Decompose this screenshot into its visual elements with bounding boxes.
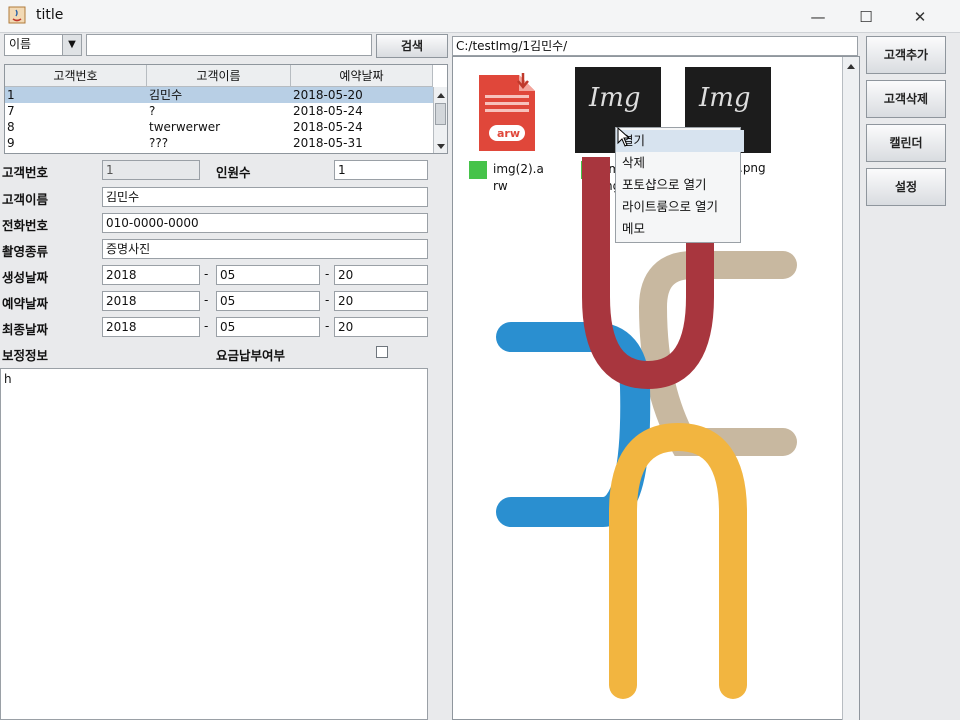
context-menu: 열기 삭제 포토샵으로 열기 라이트룸으로 열기 메모 [615,127,744,243]
date-separator: - [204,293,209,307]
reserved-day-field[interactable]: 20 [334,291,428,311]
table-cell-id: 7 [7,104,15,118]
minimize-button[interactable]: — [796,4,840,30]
table-scrollbar[interactable] [433,87,447,153]
add-customer-button[interactable]: 고객추가 [866,36,946,74]
date-separator: - [325,267,330,281]
name-label: 고객이름 [2,192,49,207]
payment-label: 요금납부여부 [216,348,286,363]
shoot-type-label: 촬영종류 [2,244,49,259]
headcount-field[interactable]: 1 [334,160,428,180]
customer-table: 고객번호 고객이름 예약날짜 1 김민수 2018-05-20 7 ? 2018… [4,64,448,154]
retouch-textarea[interactable]: h [0,368,428,720]
date-separator: - [204,319,209,333]
payment-checkbox[interactable] [376,346,388,358]
table-row[interactable]: 8 twerwerwer 2018-05-24 [5,119,433,135]
maximize-button[interactable]: ☐ [844,4,888,30]
headcount-label: 인원수 [216,165,251,180]
folder-path-field[interactable]: C:/testImg/1김민수/ [452,36,858,56]
calendar-button[interactable]: 캘린더 [866,124,946,162]
delete-customer-button[interactable]: 고객삭제 [866,80,946,118]
menu-item-open-lightroom[interactable]: 라이트룸으로 열기 [616,196,744,218]
table-cell-date: 2018-05-31 [293,136,363,150]
table-row[interactable]: 1 김민수 2018-05-20 [5,87,433,103]
name-field[interactable]: 김민수 [102,187,428,207]
column-header-customer-no[interactable]: 고객번호 [5,65,147,87]
window-title: title [36,7,64,23]
final-month-field[interactable]: 05 [216,317,320,337]
retouch-label: 보정정보 [2,348,49,363]
created-date-label: 생성날짜 [2,270,49,285]
file-browser-panel: arw Img Img img(2).a rw im ng .png 열기 삭제… [452,56,860,720]
phone-field[interactable]: 010-0000-0000 [102,213,428,233]
scroll-down-icon[interactable] [436,141,446,151]
column-header-reservation-date[interactable]: 예약날짜 [291,65,433,87]
reserved-date-label: 예약날짜 [2,296,49,311]
close-button[interactable]: ✕ [898,4,942,30]
search-field-combo-value: 이름 [9,37,32,51]
reserved-month-field[interactable]: 05 [216,291,320,311]
table-cell-id: 8 [7,120,15,134]
table-cell-name: ??? [149,136,169,150]
scroll-thumb[interactable] [435,103,446,125]
created-month-field[interactable]: 05 [216,265,320,285]
customer-no-label: 고객번호 [2,165,49,180]
menu-item-delete[interactable]: 삭제 [616,152,744,174]
table-cell-id: 1 [7,88,15,102]
table-cell-name: twerwerwer [149,120,221,134]
table-row[interactable]: 9 ??? 2018-05-31 [5,135,433,151]
table-cell-date: 2018-05-20 [293,88,363,102]
final-date-label: 최종날짜 [2,322,49,337]
scroll-up-icon[interactable] [436,89,446,99]
mouse-cursor-icon [617,126,631,147]
created-day-field[interactable]: 20 [334,265,428,285]
table-cell-name: ? [149,104,156,118]
table-cell-id: 9 [7,136,15,150]
settings-button[interactable]: 설정 [866,168,946,206]
reserved-year-field[interactable]: 2018 [102,291,200,311]
phone-label: 전화번호 [2,218,49,233]
table-row[interactable]: 7 ? 2018-05-24 [5,103,433,119]
created-year-field[interactable]: 2018 [102,265,200,285]
final-year-field[interactable]: 2018 [102,317,200,337]
scroll-up-icon[interactable] [846,60,856,70]
column-header-customer-name[interactable]: 고객이름 [147,65,291,87]
file-panel-scrollbar[interactable] [842,57,859,720]
menu-item-open-photoshop[interactable]: 포토샵으로 열기 [616,174,744,196]
customer-no-field[interactable]: 1 [102,160,200,180]
date-separator: - [325,293,330,307]
java-app-icon [8,6,26,24]
table-cell-name: 김민수 [149,88,183,102]
menu-item-memo[interactable]: 메모 [616,218,744,240]
final-day-field[interactable]: 20 [334,317,428,337]
shoot-type-field[interactable]: 증명사진 [102,239,428,259]
table-cell-date: 2018-05-24 [293,104,363,118]
search-button[interactable]: 검색 [376,34,448,58]
chevron-down-icon[interactable]: ▼ [62,35,81,55]
search-field-combo[interactable]: 이름 ▼ [4,34,82,56]
menu-item-open[interactable]: 열기 [616,130,744,152]
table-cell-date: 2018-05-24 [293,120,363,134]
date-separator: - [325,319,330,333]
search-input[interactable] [86,34,372,56]
date-separator: - [204,267,209,281]
